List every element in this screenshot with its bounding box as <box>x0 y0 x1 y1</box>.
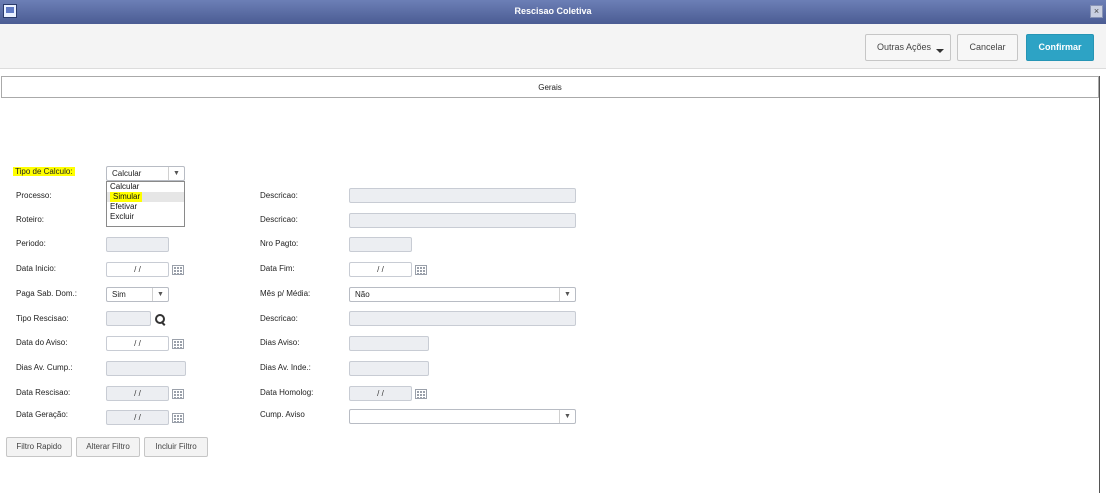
data-inicio-field[interactable]: / / <box>106 262 169 277</box>
panel-border <box>1099 76 1100 493</box>
dias-av-cump-label: Dias Av. Cump.: <box>16 363 73 372</box>
tipo-calculo-value: Calcular <box>112 169 142 178</box>
data-geracao-field[interactable]: / / <box>106 410 169 425</box>
calendar-icon[interactable] <box>172 339 184 349</box>
periodo-field[interactable] <box>106 237 169 252</box>
data-homolog-field[interactable]: / / <box>349 386 412 401</box>
cump-aviso-label: Cump. Aviso <box>260 410 305 419</box>
close-icon[interactable]: × <box>1090 5 1103 18</box>
data-rescisao-field[interactable]: / / <box>106 386 169 401</box>
data-fim-field[interactable]: / / <box>349 262 412 277</box>
toolbar: Outras Ações Cancelar Confirmar <box>0 24 1106 69</box>
title-bar: Rescisao Coletiva × <box>0 0 1106 24</box>
tipo-rescisao-descricao-field <box>349 311 576 326</box>
dias-aviso-field <box>349 336 429 351</box>
search-icon[interactable] <box>154 313 166 325</box>
data-geracao-label: Data Geração: <box>16 410 69 419</box>
dias-av-inde-label: Dias Av. Inde.: <box>260 363 311 372</box>
calendar-icon[interactable] <box>415 389 427 399</box>
paga-sab-dom-label: Paga Sab. Dom.: <box>16 289 77 298</box>
chevron-down-icon: ▼ <box>168 167 184 180</box>
calendar-icon[interactable] <box>172 389 184 399</box>
caret-down-icon <box>936 49 944 53</box>
mes-media-select[interactable]: Não ▼ <box>349 287 576 302</box>
incluir-filtro-button[interactable]: Incluir Filtro <box>144 437 208 457</box>
mes-media-label: Mês p/ Média: <box>260 289 311 298</box>
roteiro-label: Roteiro: <box>16 215 45 224</box>
window-title: Rescisao Coletiva <box>514 6 592 16</box>
processo-label: Processo: <box>16 191 52 200</box>
roteiro-descricao-label: Descricao: <box>260 215 298 224</box>
data-rescisao-label: Data Rescisao: <box>16 388 71 397</box>
calendar-icon[interactable] <box>172 265 184 275</box>
data-homolog-label: Data Homolog: <box>260 388 314 397</box>
option-simular[interactable]: Simular <box>107 192 184 202</box>
roteiro-descricao-field <box>349 213 576 228</box>
tab-label: Gerais <box>538 83 562 92</box>
tipo-calculo-options: Calcular Simular Efetivar Excluir <box>106 181 185 227</box>
option-calcular[interactable]: Calcular <box>107 182 184 192</box>
outras-acoes-label: Outras Ações <box>876 42 932 52</box>
nro-pagto-label: Nro Pagto: <box>260 239 299 248</box>
data-aviso-field[interactable]: / / <box>106 336 169 351</box>
dias-av-cump-field <box>106 361 186 376</box>
filtro-rapido-button[interactable]: Filtro Rapido <box>6 437 72 457</box>
option-efetivar[interactable]: Efetivar <box>107 202 184 212</box>
alterar-filtro-button[interactable]: Alterar Filtro <box>76 437 140 457</box>
cancel-button[interactable]: Cancelar <box>957 34 1018 61</box>
data-fim-label: Data Fim: <box>260 264 295 273</box>
cump-aviso-select[interactable]: ▼ <box>349 409 576 424</box>
dias-aviso-label: Dias Aviso: <box>260 338 300 347</box>
nro-pagto-field[interactable] <box>349 237 412 252</box>
tipo-rescisao-field[interactable] <box>106 311 151 326</box>
tab-gerais[interactable]: Gerais <box>1 76 1099 98</box>
calendar-icon[interactable] <box>172 413 184 423</box>
paga-sab-dom-value: Sim <box>112 290 126 299</box>
paga-sab-dom-select[interactable]: Sim ▼ <box>106 287 169 302</box>
outras-acoes-button[interactable]: Outras Ações <box>865 34 951 61</box>
confirm-button[interactable]: Confirmar <box>1026 34 1094 61</box>
chevron-down-icon: ▼ <box>559 410 575 423</box>
periodo-label: Periodo: <box>16 239 46 248</box>
processo-descricao-label: Descricao: <box>260 191 298 200</box>
option-simular-text: Simular <box>110 192 143 202</box>
option-excluir[interactable]: Excluir <box>107 212 184 222</box>
dias-av-inde-field <box>349 361 429 376</box>
tipo-calculo-label: Tipo de Calculo: <box>13 167 75 176</box>
tipo-rescisao-descricao-label: Descricao: <box>260 314 298 323</box>
tipo-rescisao-label: Tipo Rescisao: <box>16 314 69 323</box>
mes-media-value: Não <box>355 290 370 299</box>
tipo-calculo-select[interactable]: Calcular ▼ <box>106 166 185 181</box>
chevron-down-icon: ▼ <box>152 288 168 301</box>
processo-descricao-field <box>349 188 576 203</box>
chevron-down-icon: ▼ <box>559 288 575 301</box>
data-aviso-label: Data do Aviso: <box>16 338 68 347</box>
calendar-icon[interactable] <box>415 265 427 275</box>
data-inicio-label: Data Inicio: <box>16 264 57 273</box>
